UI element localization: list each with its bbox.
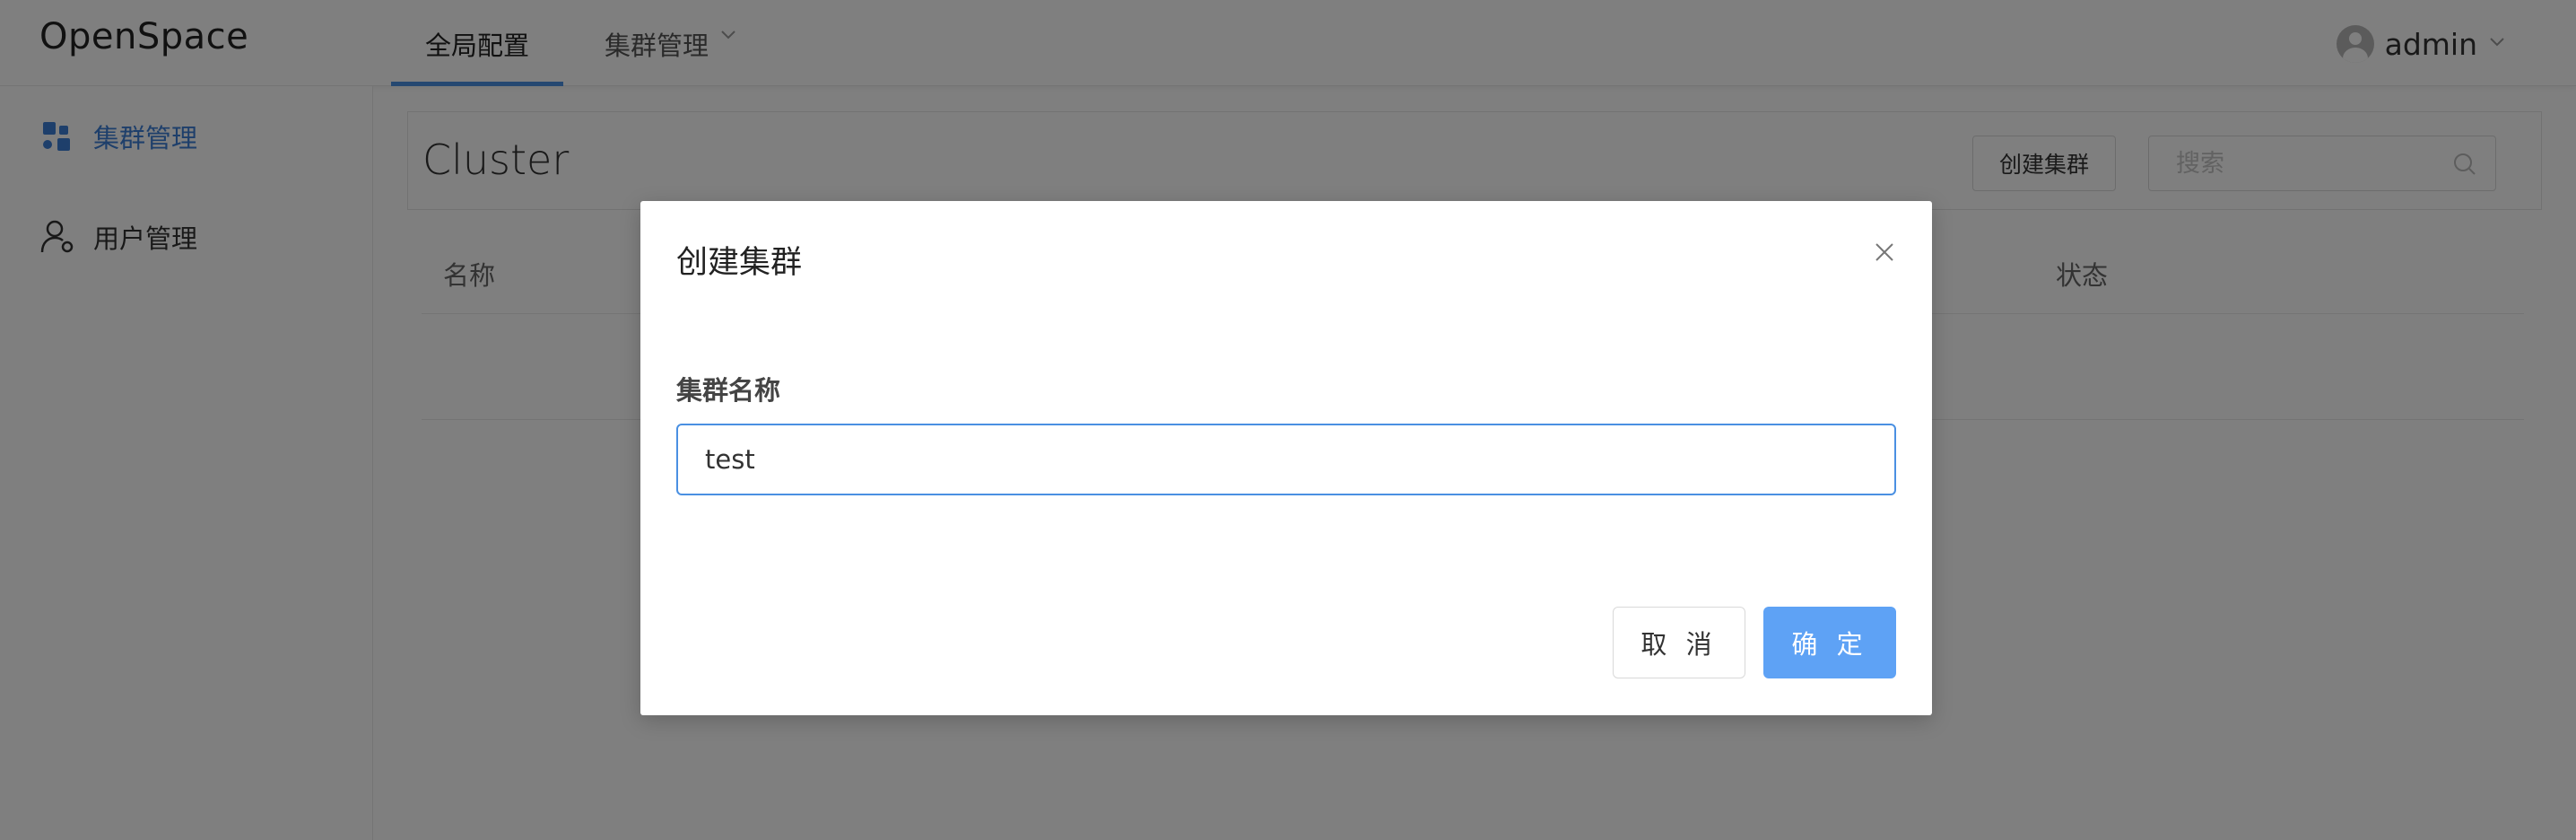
cluster-name-input[interactable] [676,424,1896,495]
cancel-button[interactable]: 取 消 [1613,607,1745,678]
confirm-button[interactable]: 确 定 [1763,607,1896,678]
dialog-title: 创建集群 [676,245,803,281]
cluster-name-label: 集群名称 [676,375,781,406]
create-cluster-dialog: 创建集群 集群名称 取 消 确 定 [640,201,1932,715]
close-icon[interactable] [1871,239,1898,266]
app-root: OpenSpace 全局配置 集群管理 admin [0,0,2576,840]
